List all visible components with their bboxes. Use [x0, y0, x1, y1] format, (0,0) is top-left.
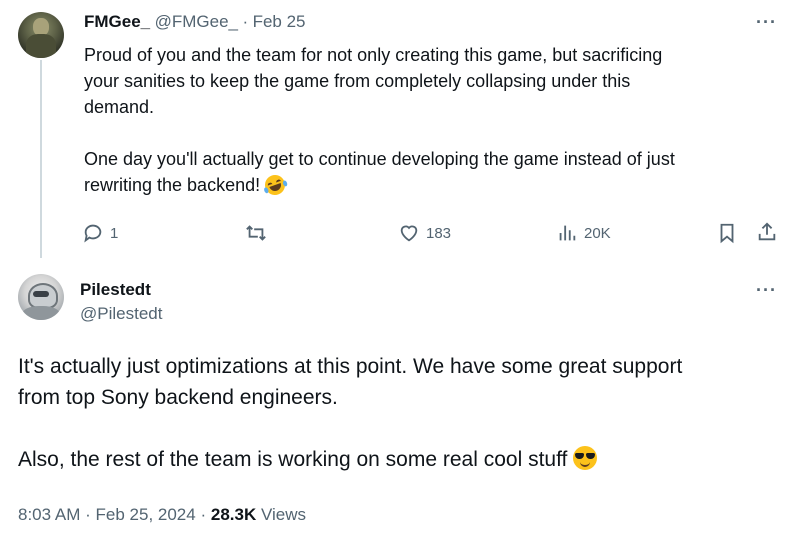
- views-icon: [559, 225, 576, 241]
- views-total: 28.3K: [210, 505, 257, 524]
- reply-text-last-span: rewriting the backend!: [84, 175, 261, 195]
- main-text: It's actually just optimizations at this…: [18, 351, 788, 475]
- reply-more-icon[interactable]: ···: [756, 12, 777, 33]
- reply-display-name[interactable]: FMGee_: [84, 12, 150, 31]
- sunglasses-emoji-icon: [573, 446, 598, 470]
- reply-text: Proud of you and the team for not only c…: [84, 42, 784, 198]
- footer-separator: ·: [85, 505, 91, 524]
- main-text-line: [18, 413, 788, 444]
- reply-handle[interactable]: @FMGee_: [155, 12, 238, 31]
- share-button[interactable]: [756, 221, 778, 243]
- footer-separator: ·: [200, 505, 207, 524]
- reply-avatar[interactable]: [18, 12, 64, 58]
- reply-text-line: demand.: [84, 97, 155, 117]
- share-icon: [758, 222, 776, 241]
- main-display-name[interactable]: Pilestedt: [80, 280, 151, 300]
- reply-date[interactable]: Feb 25: [253, 12, 306, 31]
- views-button[interactable]: 20K: [556, 222, 611, 244]
- main-text-line: It's actually just optimizations at this…: [18, 355, 683, 378]
- main-footer: 8:03 AM · Feb 25, 2024 · 28.3K Views: [18, 505, 306, 525]
- like-icon: [400, 225, 418, 242]
- main-text-last-span: Also, the rest of the team is working on…: [18, 448, 568, 471]
- reply-icon: [84, 224, 102, 243]
- post-date[interactable]: Feb 25, 2024: [96, 505, 196, 524]
- reply-text-line: Proud of you and the team for not only c…: [84, 45, 663, 65]
- reply-button[interactable]: 1: [82, 222, 118, 244]
- laughing-emoji-icon: [262, 172, 289, 198]
- main-avatar[interactable]: [18, 274, 64, 320]
- reply-text-line: your sanities to keep the game from comp…: [84, 71, 631, 91]
- post-time[interactable]: 8:03 AM: [18, 505, 80, 524]
- main-text-line-last: Also, the rest of the team is working on…: [18, 444, 788, 475]
- main-handle[interactable]: @Pilestedt: [80, 304, 162, 324]
- reply-count: 1: [110, 224, 119, 242]
- like-button[interactable]: 183: [398, 222, 451, 244]
- main-text-line: from top Sony backend engineers.: [18, 386, 338, 409]
- repost-button[interactable]: [244, 222, 274, 244]
- reply-separator: ·: [242, 12, 249, 31]
- views-label: Views: [260, 505, 307, 524]
- reply-header: FMGee_ @FMGee_ · Feb 25: [84, 12, 306, 32]
- bookmark-icon: [720, 223, 734, 244]
- reply-text-line-last: rewriting the backend!: [84, 172, 784, 198]
- like-count: 183: [426, 224, 452, 242]
- thread-line: [40, 60, 42, 258]
- reply-text-line: [84, 120, 784, 146]
- main-more-icon[interactable]: ···: [756, 280, 777, 301]
- bookmark-button[interactable]: [716, 222, 738, 244]
- views-count: 20K: [584, 224, 611, 242]
- repost-icon: [246, 225, 266, 241]
- reply-text-line: One day you'll actually get to continue …: [84, 149, 675, 169]
